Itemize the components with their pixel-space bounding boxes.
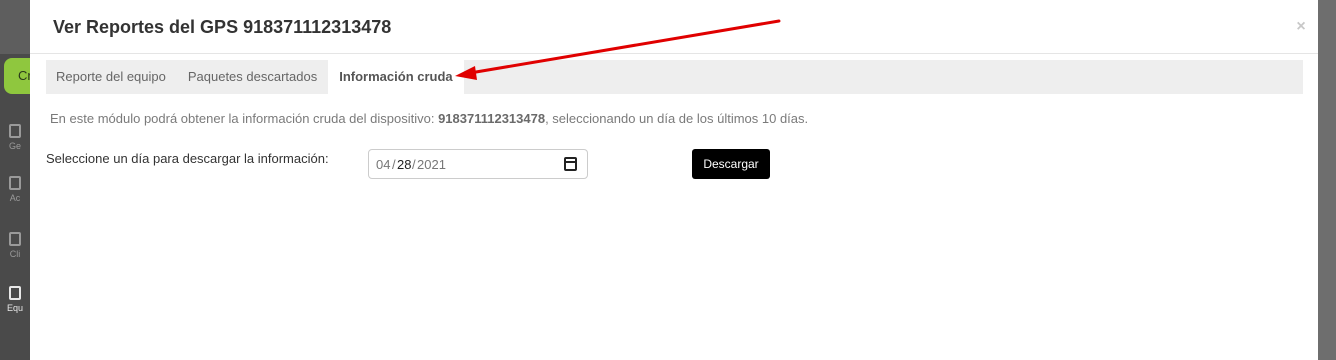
date-separator: / (392, 157, 396, 172)
background-nav-item-active: Equ (0, 282, 30, 326)
info-device-id: 918371112313478 (438, 111, 546, 126)
device-icon (9, 286, 21, 300)
background-nav-label: Ge (8, 141, 21, 151)
document-icon (9, 124, 21, 138)
date-year: 2021 (417, 157, 446, 172)
background-nav-item: Cli (0, 228, 30, 272)
document-icon (9, 232, 21, 246)
background-nav-item: Ge (0, 120, 30, 164)
date-day: 28 (397, 157, 412, 172)
reports-modal: Ver Reportes del GPS 918371112313478 × R… (30, 0, 1318, 360)
info-prefix: En este módulo podrá obtener la informac… (50, 111, 439, 126)
date-field-label: Seleccione un día para descargar la info… (46, 151, 329, 166)
background-nav-item: Ac (0, 172, 30, 216)
background-nav-label: Cli (9, 249, 21, 259)
close-button[interactable]: × (1294, 18, 1308, 36)
background-nav-label: Equ (6, 303, 23, 313)
report-tabs: Reporte del equipo Paquetes descartados … (46, 60, 1303, 94)
tab-paquetes-descartados[interactable]: Paquetes descartados (177, 60, 328, 94)
modal-title: Ver Reportes del GPS 918371112313478 (53, 17, 392, 37)
background-nav-label: Ac (9, 193, 21, 203)
car-icon (9, 176, 21, 190)
tab-informacion-cruda[interactable]: Información cruda (328, 60, 464, 94)
info-suffix: , seleccionando un día de los últimos 10… (545, 111, 809, 126)
info-description: En este módulo podrá obtener la informac… (50, 111, 808, 126)
calendar-icon[interactable] (564, 157, 577, 171)
date-separator: / (412, 157, 416, 172)
tab-reporte-del-equipo[interactable]: Reporte del equipo (46, 60, 177, 94)
download-button[interactable]: Descargar (692, 149, 770, 179)
background-right-strip (1318, 0, 1336, 360)
modal-header: Ver Reportes del GPS 918371112313478 × (30, 0, 1318, 54)
date-input[interactable]: 04 / 28 / 2021 (368, 149, 588, 179)
date-month: 04 (376, 157, 391, 172)
